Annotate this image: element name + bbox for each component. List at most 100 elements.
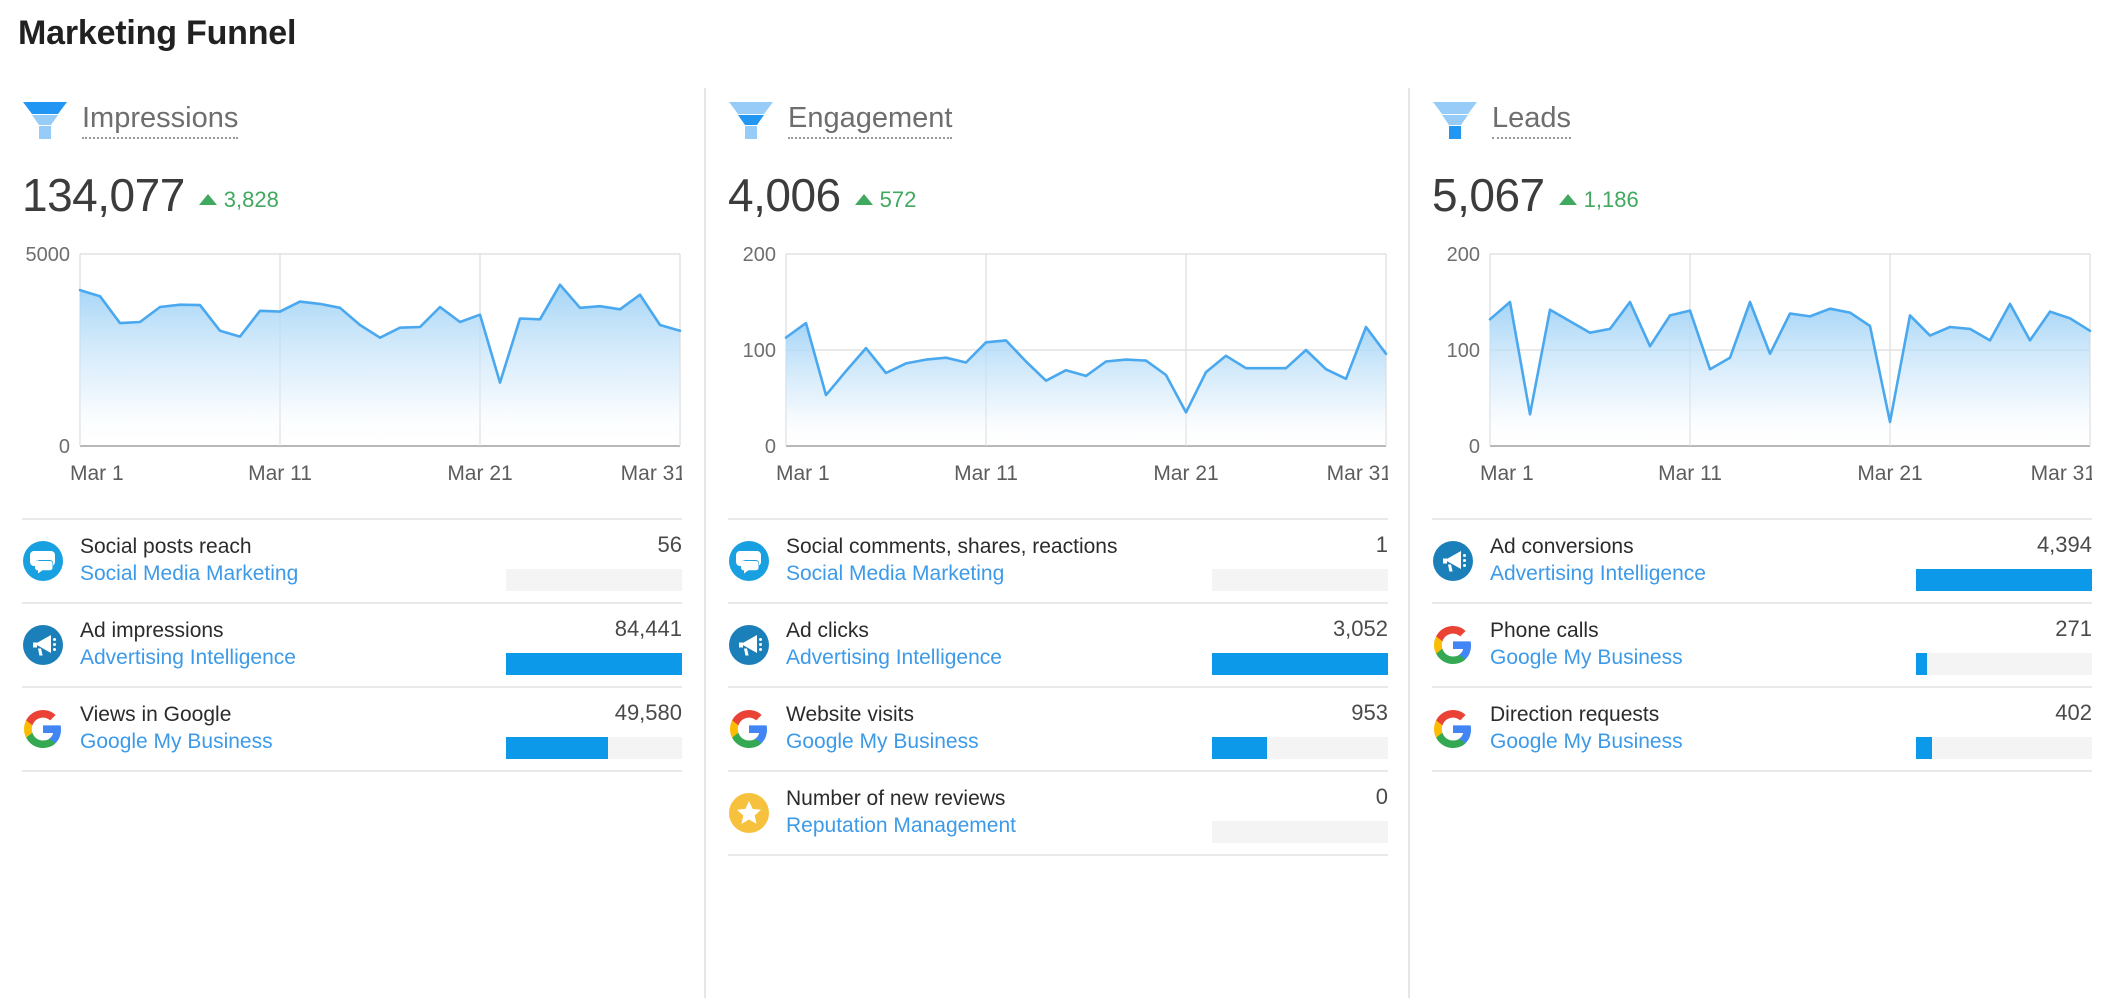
metric-row[interactable]: Website visits Google My Business 953: [728, 688, 1388, 772]
google-g-icon: [1432, 624, 1474, 666]
megaphone-icon: [1432, 540, 1474, 582]
metric-measure: 1: [1212, 532, 1388, 591]
summary-delta-value: 3,828: [223, 186, 279, 212]
metric-name: Ad impressions: [80, 619, 224, 643]
metric-source-link[interactable]: Advertising Intelligence: [786, 645, 1212, 672]
metric-source-link[interactable]: Google My Business: [786, 729, 1212, 756]
card-title-link[interactable]: Engagement: [788, 102, 953, 140]
card-header: Engagement: [728, 88, 1386, 146]
metric-row[interactable]: Number of new reviews Reputation Manageme…: [728, 772, 1388, 856]
card-header: Impressions: [22, 88, 682, 146]
metric-bar-track: [1916, 568, 2092, 591]
card-title-link[interactable]: Impressions: [82, 102, 239, 140]
svg-text:Mar 11: Mar 11: [954, 462, 1018, 485]
trend-chart[interactable]: 0 100 200 Mar 1 Mar 11 Mar 21 Mar 31: [1432, 242, 2092, 492]
metric-source-link[interactable]: Social Media Marketing: [786, 561, 1212, 588]
metric-row[interactable]: Ad impressions Advertising Intelligence 84…: [22, 604, 682, 688]
google-g-icon: [22, 708, 64, 750]
metric-source-link[interactable]: Google My Business: [80, 729, 506, 756]
metric-bar-fill: [1212, 652, 1388, 675]
trend-chart[interactable]: 0 100 200 Mar 1 Mar 11 Mar 21 Mar 31: [728, 242, 1388, 492]
svg-text:Mar 31: Mar 31: [1327, 462, 1388, 485]
metric-measure: 56: [506, 532, 682, 591]
metric-name: Number of new reviews: [786, 787, 1006, 811]
metric-row[interactable]: Views in Google Google My Business 49,580: [22, 688, 682, 772]
metric-measure: 3,052: [1212, 616, 1388, 675]
metric-row[interactable]: Direction requests Google My Business 402: [1432, 688, 2092, 772]
metric-bar-track: [1212, 820, 1388, 843]
metric-bar-track: [1212, 736, 1388, 759]
summary-value: 4,006: [728, 169, 841, 221]
metric-row[interactable]: Ad conversions Advertising Intelligence 4,…: [1432, 520, 2092, 604]
page-title: Marketing Funnel: [18, 14, 297, 52]
summary-delta-value: 1,186: [1583, 186, 1639, 212]
metric-value: 3,052: [1332, 615, 1388, 641]
metric-value: 49,580: [614, 699, 682, 725]
metric-text: Direction requests Google My Business: [1490, 702, 1916, 756]
metric-name: Ad clicks: [786, 619, 869, 643]
card-title-link[interactable]: Leads: [1492, 102, 1572, 140]
funnel-card-engagement: Engagement 4,006 572 0 100 200 Mar 1 Mar 11 Mar …: [704, 88, 1408, 998]
metric-text: Views in Google Google My Business: [80, 702, 506, 756]
summary-value-row: 5,067 1,186: [1432, 168, 2090, 224]
metric-row[interactable]: Phone calls Google My Business 271: [1432, 604, 2092, 688]
metric-bar-track: [1916, 736, 2092, 759]
metric-bar-fill: [1916, 736, 1932, 759]
metric-source-link[interactable]: Advertising Intelligence: [80, 645, 506, 672]
funnel-top-icon: [22, 101, 68, 141]
svg-text:Mar 1: Mar 1: [776, 462, 830, 485]
trend-chart[interactable]: 0 5000 Mar 1 Mar 11 Mar 21 Mar 31: [22, 242, 683, 492]
metric-source-link[interactable]: Google My Business: [1490, 645, 1916, 672]
metric-source-link[interactable]: Reputation Management: [786, 813, 1212, 840]
metric-bar-track: [506, 652, 682, 675]
metric-name: Social comments, shares, reactions: [786, 535, 1118, 559]
svg-text:Mar 21: Mar 21: [447, 462, 512, 485]
svg-text:Mar 31: Mar 31: [621, 462, 682, 485]
svg-text:100: 100: [1447, 340, 1480, 362]
svg-text:Mar 21: Mar 21: [1153, 462, 1218, 485]
metric-name: Social posts reach: [80, 535, 252, 559]
metric-row[interactable]: Social posts reach Social Media Marketing…: [22, 520, 682, 604]
metric-bar-fill: [506, 736, 609, 759]
metric-value: 84,441: [614, 615, 682, 641]
metric-text: Social comments, shares, reactions Social…: [786, 534, 1212, 588]
metric-bar-track: [506, 736, 682, 759]
svg-text:0: 0: [1469, 436, 1480, 458]
metric-name: Direction requests: [1490, 703, 1660, 727]
metric-list: Social comments, shares, reactions Social…: [728, 518, 1388, 856]
metric-text: Ad impressions Advertising Intelligence: [80, 618, 506, 672]
funnel-card-leads: Leads 5,067 1,186 0 100 200 Mar 1 Mar 11 Mar 21 M…: [1408, 88, 2112, 998]
metric-text: Website visits Google My Business: [786, 702, 1212, 756]
metric-value: 953: [1351, 699, 1388, 725]
metric-list: Ad conversions Advertising Intelligence 4,…: [1432, 518, 2092, 772]
metric-text: Phone calls Google My Business: [1490, 618, 1916, 672]
google-g-icon: [1432, 708, 1474, 750]
svg-text:Mar 11: Mar 11: [248, 462, 312, 485]
summary-delta: 3,828: [198, 186, 279, 213]
metric-bar-fill: [1916, 652, 1927, 675]
metric-value: 1: [1375, 531, 1388, 557]
summary-value-row: 4,006 572: [728, 168, 1386, 224]
metric-source-link[interactable]: Google My Business: [1490, 729, 1916, 756]
metric-bar-fill: [1212, 736, 1267, 759]
funnel-columns: Impressions 134,077 3,828 0 5000 Mar 1 Mar 11 M…: [0, 88, 2112, 998]
metric-row[interactable]: Social comments, shares, reactions Social…: [728, 520, 1388, 604]
metric-row[interactable]: Ad clicks Advertising Intelligence 3,052: [728, 604, 1388, 688]
summary-delta: 572: [854, 187, 916, 213]
metric-text: Ad clicks Advertising Intelligence: [786, 618, 1212, 672]
metric-source-link[interactable]: Advertising Intelligence: [1490, 561, 1916, 588]
metric-value: 271: [2055, 615, 2092, 641]
trend-up-icon: [198, 194, 217, 205]
metric-source-link[interactable]: Social Media Marketing: [80, 561, 506, 588]
metric-text: Social posts reach Social Media Marketing: [80, 534, 506, 588]
summary-value-row: 134,077 3,828: [22, 168, 682, 224]
megaphone-icon: [22, 624, 64, 666]
svg-text:5000: 5000: [26, 244, 71, 266]
svg-text:Mar 1: Mar 1: [1480, 462, 1534, 485]
google-g-icon: [728, 708, 770, 750]
star-badge-icon: [728, 792, 770, 834]
social-bubble-icon: [22, 540, 64, 582]
metric-value: 0: [1375, 783, 1388, 809]
funnel-middle-icon: [728, 101, 774, 141]
svg-text:Mar 1: Mar 1: [70, 462, 124, 485]
